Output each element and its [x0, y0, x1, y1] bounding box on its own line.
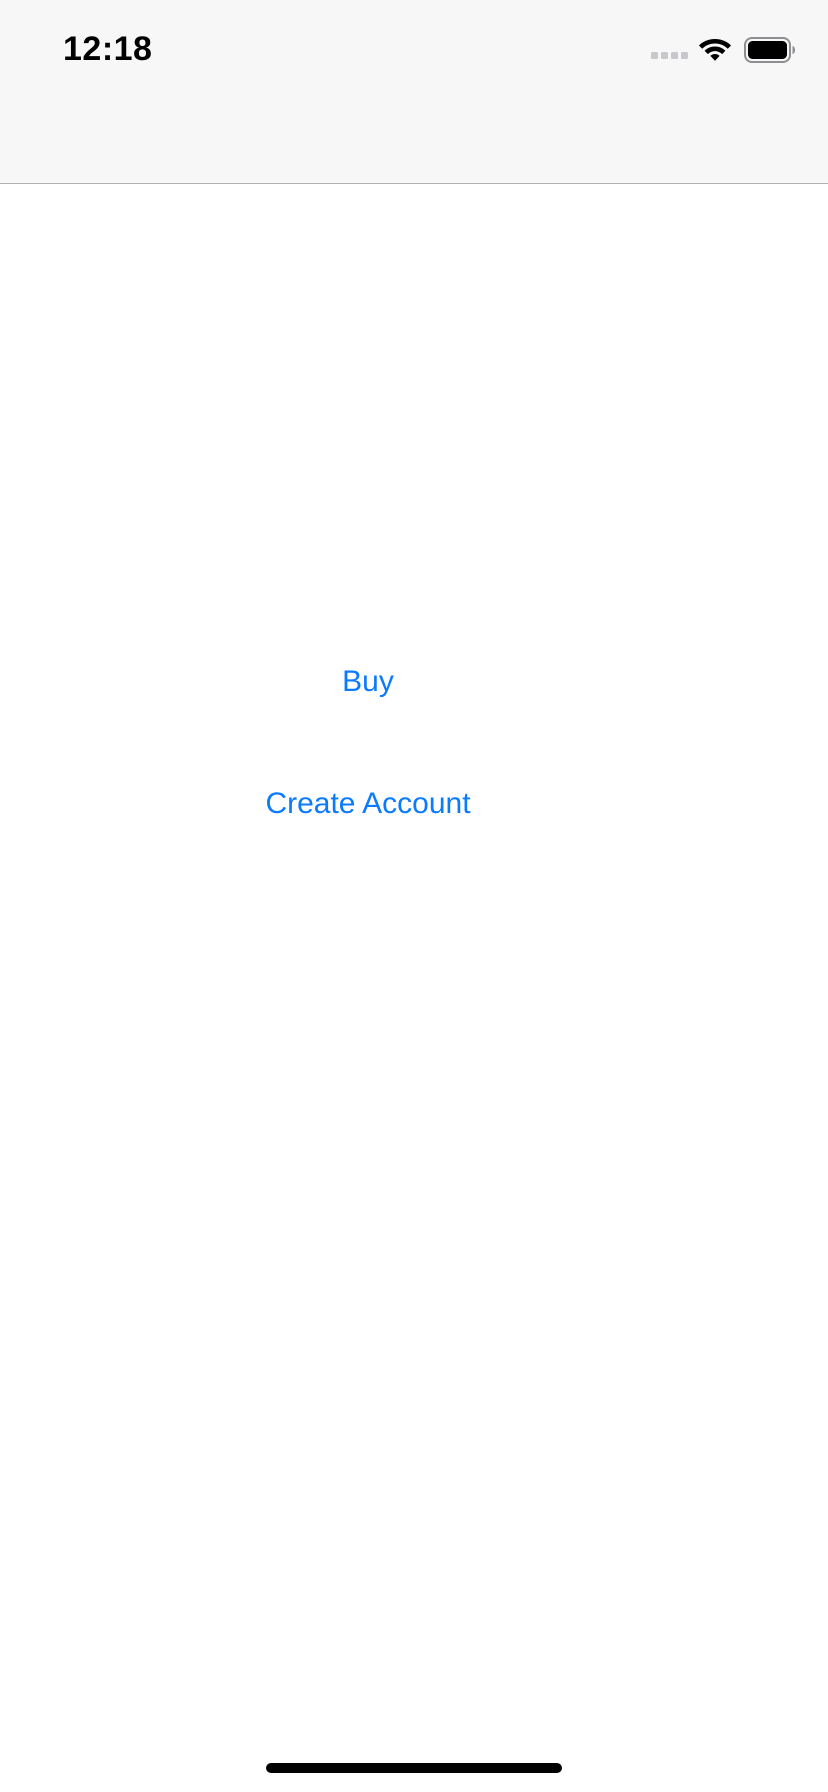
home-indicator[interactable]	[266, 1763, 562, 1773]
status-bar-time: 12:18	[63, 30, 153, 68]
battery-icon	[744, 37, 795, 63]
signal-bar	[681, 51, 688, 59]
create-account-button[interactable]: Create Account	[0, 784, 736, 824]
app-screen: 12:18 Buy Create Account	[0, 0, 828, 1792]
signal-bar	[671, 51, 678, 59]
signal-bar	[661, 51, 668, 59]
cellular-signal-icon	[648, 42, 688, 59]
status-bar-icons	[648, 36, 796, 64]
wifi-icon	[699, 39, 731, 61]
signal-bar	[651, 51, 658, 59]
buy-button[interactable]: Buy	[0, 662, 736, 702]
navigation-bar: 12:18	[0, 0, 828, 184]
